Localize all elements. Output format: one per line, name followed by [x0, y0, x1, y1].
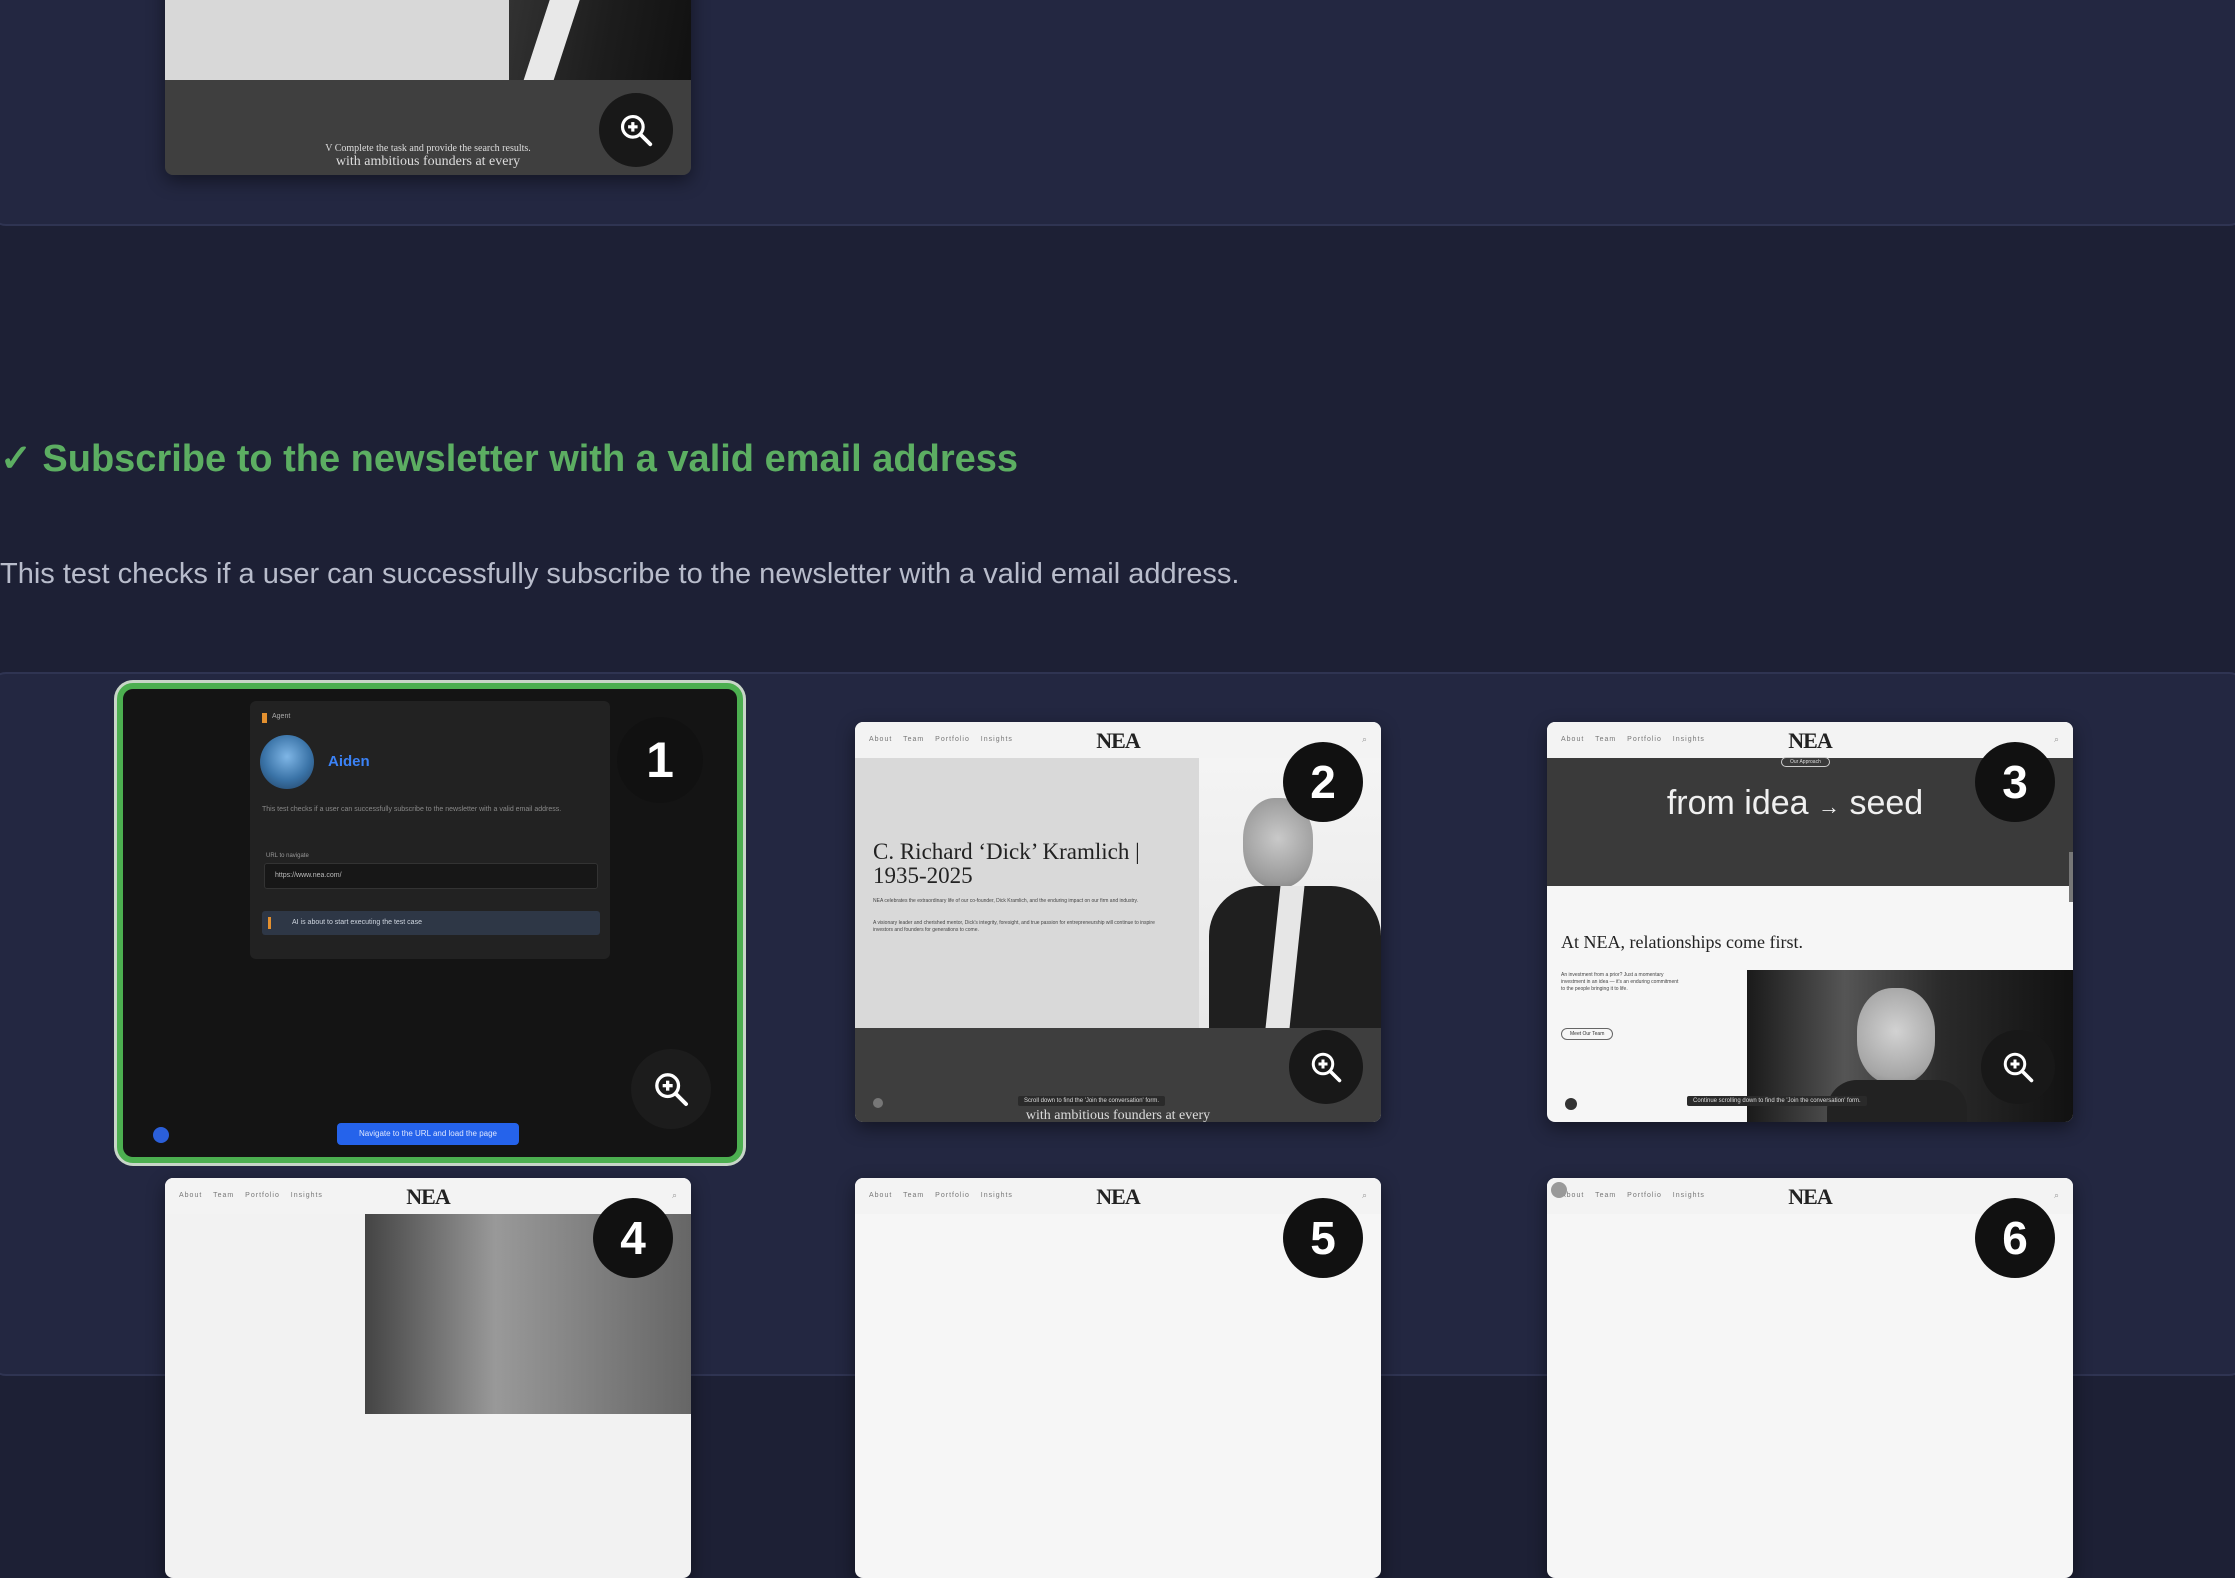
- url-label: URL to navigate: [266, 853, 309, 859]
- step-thumbnail-4[interactable]: About Team Portfolio Insights NEA ⌕ 4: [165, 1178, 691, 1578]
- agent-body-text: This test checks if a user can successfu…: [262, 806, 562, 813]
- step-thumbnail-3[interactable]: About Team Portfolio Insights NEA ⌕ Our …: [1547, 722, 2073, 1122]
- step-thumbnail-5[interactable]: About Team Portfolio Insights NEA ⌕ 5: [855, 1178, 1381, 1578]
- avatar: [260, 735, 314, 789]
- info-dot: [153, 1127, 169, 1143]
- action-pill: Navigate to the URL and load the page: [337, 1123, 519, 1145]
- previous-step-thumbnail[interactable]: V Complete the task and provide the sear…: [165, 0, 691, 175]
- subhead: At NEA, relationships come first.: [1561, 932, 1803, 952]
- info-dot: [1565, 1098, 1577, 1110]
- test-title: ✓ Subscribe to the newsletter with a val…: [0, 436, 1018, 481]
- thumb-caption: with ambitious founders at every: [1025, 1108, 1211, 1122]
- check-icon: ✓: [0, 438, 32, 480]
- zoom-in-icon: [2003, 1052, 2034, 1083]
- step-thumbnail-6[interactable]: About Team Portfolio Insights NEA ⌕ 6: [1547, 1178, 2073, 1578]
- search-icon: ⌕: [1361, 734, 1367, 744]
- agent-name: Aiden: [328, 753, 370, 770]
- step-number-badge: 4: [593, 1198, 673, 1278]
- zoom-button[interactable]: [1981, 1030, 2055, 1104]
- url-field[interactable]: https://www.nea.com/: [264, 863, 598, 889]
- body-text-1: NEA celebrates the extraordinary life of…: [873, 898, 1139, 904]
- zoom-in-icon: [620, 114, 653, 147]
- hint-tooltip: Continue scrolling down to find the 'Joi…: [1687, 1096, 1867, 1106]
- hero-text: from idea → seed: [1666, 784, 1924, 822]
- search-icon: ⌕: [2053, 1190, 2059, 1200]
- hint-tooltip: Scroll down to find the 'Join the conver…: [1018, 1096, 1166, 1106]
- zoom-in-icon: [1311, 1052, 1342, 1083]
- agent-label: Agent: [272, 713, 291, 720]
- zoom-button[interactable]: [631, 1049, 711, 1129]
- search-icon: ⌕: [2053, 734, 2059, 744]
- headline: C. Richard ‘Dick’ Kramlich | 1935-2025: [873, 839, 1140, 888]
- test-title-text: Subscribe to the newsletter with a valid…: [42, 438, 1019, 480]
- status-banner: AI is about to start executing the test …: [262, 911, 600, 935]
- zoom-button[interactable]: [599, 93, 673, 167]
- portrait-image: [509, 0, 691, 80]
- step-number-badge: 3: [1975, 742, 2055, 822]
- step-number-badge: 5: [1283, 1198, 1363, 1278]
- approach-pill: Our Approach: [1781, 757, 1830, 767]
- scrollbar[interactable]: [2069, 852, 2073, 902]
- step-number-badge: 6: [1975, 1198, 2055, 1278]
- cursor-dot: [1551, 1182, 1567, 1198]
- agent-card: Agent Aiden This test checks if a user c…: [250, 701, 610, 959]
- zoom-in-icon: [655, 1073, 688, 1106]
- zoom-button[interactable]: [1289, 1030, 1363, 1104]
- meet-team-button[interactable]: Meet Our Team: [1561, 1028, 1614, 1040]
- search-icon: ⌕: [1361, 1190, 1367, 1200]
- body-text-2: A visionary leader and cherished mentor,…: [873, 920, 1155, 933]
- step-number-badge: 1: [617, 717, 703, 803]
- step-thumbnail-2[interactable]: About Team Portfolio Insights NEA ⌕ C. R…: [855, 722, 1381, 1122]
- step-thumbnail-1[interactable]: Agent Aiden This test checks if a user c…: [117, 683, 743, 1163]
- test-description: This test checks if a user can successfu…: [0, 558, 1240, 590]
- step-number-badge: 2: [1283, 742, 1363, 822]
- search-icon: ⌕: [671, 1190, 677, 1200]
- info-dot: [873, 1098, 883, 1108]
- body-text: An investment from a prior? Just a momen…: [1561, 972, 1679, 992]
